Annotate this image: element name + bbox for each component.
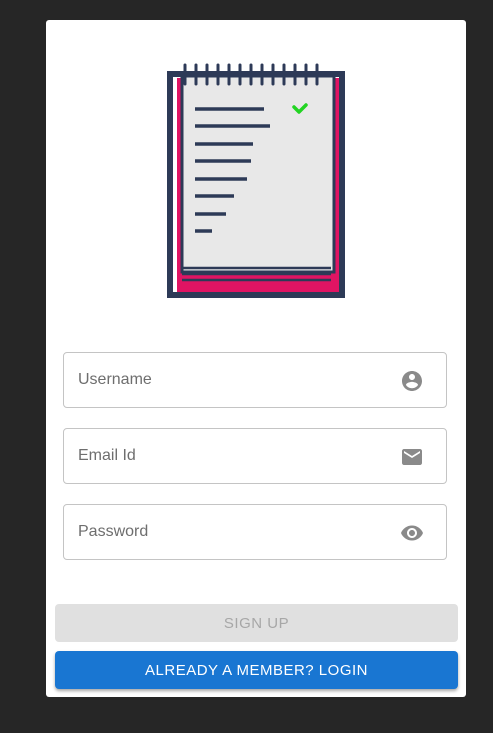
eye-icon[interactable] [400,521,424,545]
mail-icon [402,449,422,465]
signup-card: SIGN UP ALREADY A MEMBER? LOGIN [46,20,466,697]
username-field[interactable] [63,352,447,408]
password-field[interactable] [63,504,447,560]
username-input[interactable] [78,353,388,407]
signup-button[interactable]: SIGN UP [55,604,458,642]
email-field[interactable] [63,428,447,484]
password-input[interactable] [78,505,388,559]
email-input[interactable] [78,429,388,483]
notepad-logo-icon [167,63,345,298]
login-button[interactable]: ALREADY A MEMBER? LOGIN [55,651,458,689]
account-circle-icon [402,371,422,391]
